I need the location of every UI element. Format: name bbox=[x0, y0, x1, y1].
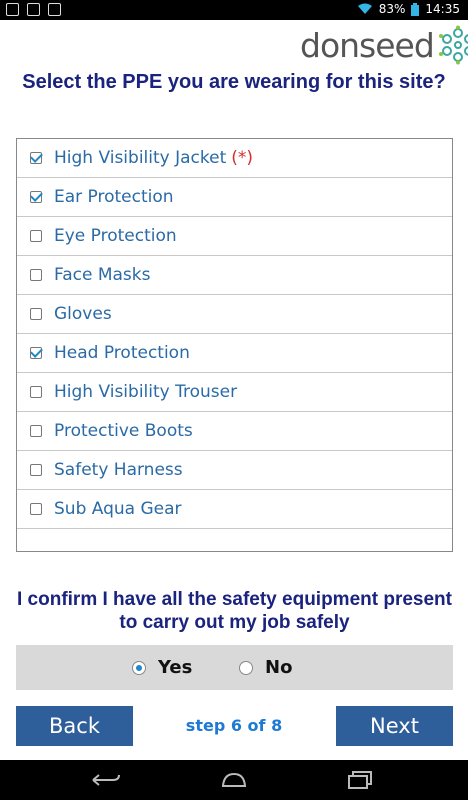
app-icon bbox=[48, 3, 61, 16]
ppe-item-label: High Visibility Jacket bbox=[54, 148, 227, 168]
brand-name: donseed bbox=[300, 25, 435, 65]
clock: 14:35 bbox=[425, 2, 460, 16]
brand-logo: donseed bbox=[300, 24, 468, 66]
battery-icon bbox=[411, 2, 420, 16]
ppe-item[interactable]: Eye Protection bbox=[17, 217, 452, 256]
checkbox[interactable] bbox=[30, 269, 42, 281]
ppe-item-label: Head Protection bbox=[54, 343, 190, 363]
checkbox[interactable] bbox=[30, 425, 42, 437]
ppe-item-label: Safety Harness bbox=[54, 460, 183, 480]
ppe-item[interactable]: Ear Protection bbox=[17, 178, 452, 217]
checkbox[interactable] bbox=[30, 347, 42, 359]
battery-text: 83% bbox=[378, 2, 406, 16]
status-bar: 83% 14:35 bbox=[0, 0, 468, 20]
notification-icon bbox=[6, 3, 19, 16]
ppe-item-label: Ear Protection bbox=[54, 187, 174, 207]
recents-nav-icon[interactable] bbox=[340, 766, 380, 794]
no-label: No bbox=[265, 657, 293, 678]
ppe-item[interactable]: Face Masks bbox=[17, 256, 452, 295]
snowflake-logo-icon bbox=[438, 25, 468, 65]
ppe-item[interactable]: Head Protection bbox=[17, 334, 452, 373]
ppe-item-label: Face Masks bbox=[54, 265, 151, 285]
checkbox[interactable] bbox=[30, 503, 42, 515]
ppe-item-label: Sub Aqua Gear bbox=[54, 499, 182, 519]
checkbox[interactable] bbox=[30, 386, 42, 398]
ppe-item-label: Protective Boots bbox=[54, 421, 193, 441]
checkbox[interactable] bbox=[30, 308, 42, 320]
checkbox[interactable] bbox=[30, 152, 42, 164]
home-nav-icon[interactable] bbox=[214, 766, 254, 794]
confirm-radio-group: Yes No bbox=[16, 645, 453, 690]
step-indicator: step 6 of 8 bbox=[185, 716, 283, 735]
ppe-item[interactable]: Protective Boots bbox=[17, 412, 452, 451]
ppe-item-label: Gloves bbox=[54, 304, 112, 324]
no-radio[interactable] bbox=[239, 660, 253, 675]
ppe-checklist: High Visibility Jacket (*) Ear Protection E… bbox=[16, 138, 453, 552]
required-marker: (*) bbox=[231, 148, 254, 168]
ppe-item[interactable]: Sub Aqua Gear bbox=[17, 490, 452, 529]
image-icon bbox=[27, 3, 40, 16]
no-option[interactable]: No bbox=[239, 657, 292, 678]
confirm-text: I confirm I have all the safety equipmen… bbox=[16, 589, 452, 633]
checkbox[interactable] bbox=[30, 230, 42, 242]
android-nav-bar bbox=[0, 760, 468, 800]
checkbox[interactable] bbox=[30, 191, 42, 203]
ppe-item[interactable]: Gloves bbox=[17, 295, 452, 334]
wifi-icon bbox=[357, 3, 372, 14]
yes-radio[interactable] bbox=[132, 660, 146, 675]
ppe-item[interactable]: High Visibility Jacket (*) bbox=[17, 139, 452, 178]
ppe-item[interactable]: Safety Harness bbox=[17, 451, 452, 490]
back-nav-icon[interactable] bbox=[86, 766, 126, 794]
ppe-item-label: High Visibility Trouser bbox=[54, 382, 238, 402]
ppe-item[interactable]: High Visibility Trouser bbox=[17, 373, 452, 412]
yes-option[interactable]: Yes bbox=[132, 657, 192, 678]
ppe-item-label: Eye Protection bbox=[54, 226, 177, 246]
next-button[interactable]: Next bbox=[336, 706, 453, 746]
question-heading: Select the PPE you are wearing for this … bbox=[22, 71, 446, 93]
back-button[interactable]: Back bbox=[16, 706, 133, 746]
checkbox[interactable] bbox=[30, 464, 42, 476]
yes-label: Yes bbox=[158, 657, 193, 678]
